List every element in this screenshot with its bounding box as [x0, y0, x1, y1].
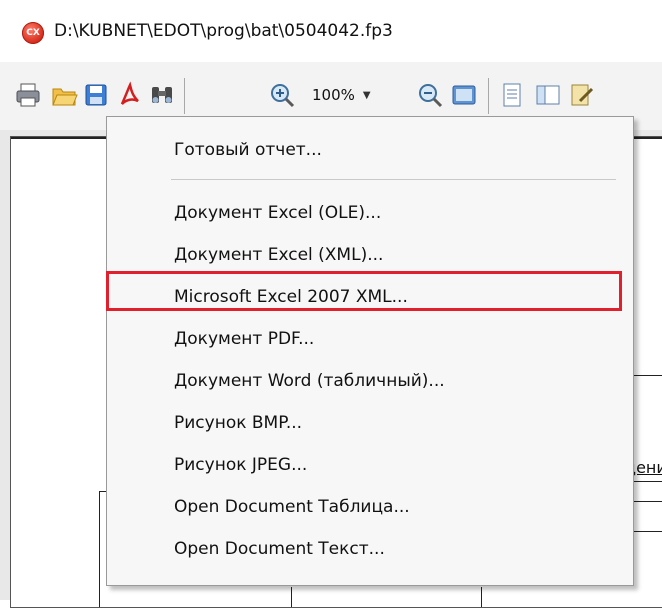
- menu-item-label: Рисунок BMP...: [174, 413, 303, 433]
- window-title: D:\KUBNET\EDOT\prog\bat\0504042.fp3: [54, 21, 393, 41]
- print-icon[interactable]: [14, 81, 42, 109]
- menu-item-word-table[interactable]: Документ Word (табличный)...: [107, 360, 633, 402]
- menu-separator: [171, 179, 616, 180]
- menu-item-label: Open Document Текст...: [174, 539, 385, 559]
- page-rule: [481, 587, 482, 607]
- highlight-box: [106, 271, 622, 311]
- menu-item-label: Документ PDF...: [174, 329, 315, 349]
- open-folder-icon[interactable]: [50, 81, 78, 109]
- toolbar-separator: [184, 78, 185, 114]
- menu-item-label: Готовый отчет...: [174, 140, 322, 160]
- menu-item-label: Документ Excel (XML)...: [174, 245, 384, 265]
- menu-item-prepared-report[interactable]: Готовый отчет...: [107, 129, 633, 171]
- menu-item-odf-text[interactable]: Open Document Текст...: [107, 528, 633, 570]
- app-logo-icon: CX: [22, 22, 44, 44]
- pdf-icon[interactable]: [116, 81, 144, 109]
- menu-item-label: Рисунок JPEG...: [174, 455, 308, 475]
- menu-item-jpeg[interactable]: Рисунок JPEG...: [107, 444, 633, 486]
- find-icon[interactable]: [148, 81, 176, 109]
- zoom-in-icon[interactable]: [268, 81, 296, 109]
- menu-item-label: Документ Excel (OLE)...: [174, 203, 382, 223]
- zoom-value: 100%: [312, 86, 355, 104]
- menu-item-excel-xml[interactable]: Документ Excel (XML)...: [107, 234, 633, 276]
- toolbar-separator: [488, 78, 489, 114]
- menu-item-label: Документ Word (табличный)...: [174, 371, 445, 391]
- chevron-down-icon: ▼: [362, 89, 371, 101]
- save-icon[interactable]: [82, 81, 110, 109]
- edit-icon[interactable]: [568, 81, 596, 109]
- menu-item-odf-spreadsheet[interactable]: Open Document Таблица...: [107, 486, 633, 528]
- menu-item-excel-ole[interactable]: Документ Excel (OLE)...: [107, 192, 633, 234]
- zoom-out-icon[interactable]: [416, 81, 444, 109]
- page-rule: [291, 587, 292, 607]
- menu-item-bmp[interactable]: Рисунок BMP...: [107, 402, 633, 444]
- outline-icon[interactable]: [534, 81, 562, 109]
- page-view-icon[interactable]: [450, 81, 478, 109]
- page-setup-icon[interactable]: [498, 81, 526, 109]
- menu-item-label: Open Document Таблица...: [174, 497, 410, 517]
- export-menu: Готовый отчет... Документ Excel (OLE)...…: [106, 116, 634, 586]
- zoom-select[interactable]: 100% ▼: [312, 82, 408, 108]
- menu-item-pdf[interactable]: Документ PDF...: [107, 318, 633, 360]
- page-rule: [99, 491, 100, 607]
- title-bar: CX D:\KUBNET\EDOT\prog\bat\0504042.fp3: [0, 0, 662, 62]
